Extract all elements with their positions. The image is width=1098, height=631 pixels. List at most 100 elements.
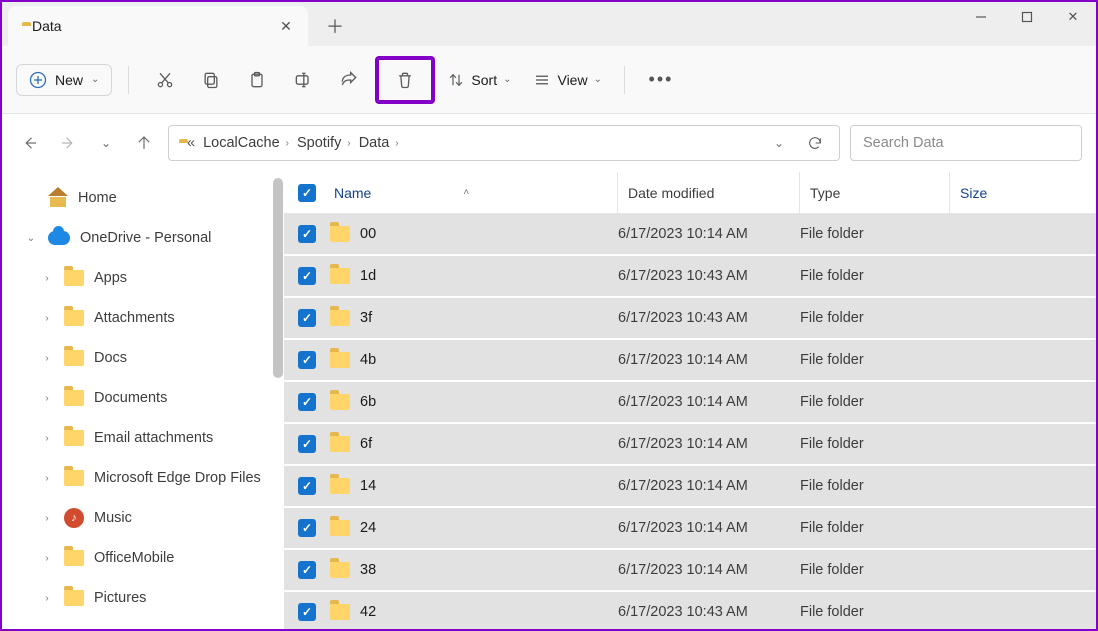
sidebar-item[interactable]: ›OfficeMobile (2, 538, 283, 578)
table-row[interactable]: 6f6/17/2023 10:14 AMFile folder (284, 424, 1096, 464)
recent-locations[interactable]: ⌄ (92, 129, 120, 157)
new-tab-button[interactable]: ＋ (326, 18, 344, 36)
search-input[interactable]: Search Data (850, 125, 1082, 161)
row-checkbox[interactable] (284, 519, 330, 537)
chevron-right-icon: › (395, 138, 398, 149)
file-name: 42 (360, 604, 376, 620)
sidebar-item[interactable]: ›Attachments (2, 298, 283, 338)
folder-icon (330, 436, 350, 452)
breadcrumb-item[interactable]: LocalCache› (203, 135, 289, 151)
table-row[interactable]: 006/17/2023 10:14 AMFile folder (284, 214, 1096, 254)
folder-icon (330, 268, 350, 284)
sidebar-item[interactable]: ›♪Music (2, 498, 283, 538)
sidebar-item-label: Documents (94, 390, 167, 406)
file-date: 6/17/2023 10:43 AM (618, 310, 800, 326)
sidebar-item[interactable]: › Documents (2, 378, 283, 418)
view-label: View (557, 72, 587, 88)
breadcrumb-item[interactable]: Data› (359, 135, 399, 151)
window-close[interactable]: ✕ (1050, 2, 1096, 32)
address-bar[interactable]: « LocalCache› Spotify› Data› ⌄ (168, 125, 840, 161)
expand-toggle[interactable]: › (40, 313, 54, 324)
navigation-pane[interactable]: Home⌄OneDrive - Personal›Apps›Attachment… (2, 172, 284, 629)
expand-toggle[interactable]: › (40, 353, 54, 364)
table-row[interactable]: 146/17/2023 10:14 AMFile folder (284, 466, 1096, 506)
column-date[interactable]: Date modified (618, 172, 800, 213)
column-type[interactable]: Type (800, 172, 950, 213)
table-row[interactable]: 1d6/17/2023 10:43 AMFile folder (284, 256, 1096, 296)
row-checkbox[interactable] (284, 225, 330, 243)
sidebar-item[interactable]: ›Pictures (2, 578, 283, 618)
new-label: New (55, 72, 83, 88)
back-button[interactable] (16, 129, 44, 157)
share-button[interactable] (329, 60, 369, 100)
up-button[interactable] (130, 129, 158, 157)
select-all-checkbox[interactable] (284, 172, 330, 213)
copy-button[interactable] (191, 60, 231, 100)
expand-toggle[interactable]: › (40, 513, 54, 524)
expand-toggle[interactable]: › (40, 553, 54, 564)
table-row[interactable]: 386/17/2023 10:14 AMFile folder (284, 550, 1096, 590)
sidebar-item[interactable]: ›Docs (2, 338, 283, 378)
file-name: 24 (360, 520, 376, 536)
sidebar-item[interactable]: ›Email attachments (2, 418, 283, 458)
window-tab[interactable]: Data ✕ (8, 6, 308, 46)
view-button[interactable]: View ⌄ (533, 71, 601, 89)
column-name[interactable]: Name˄ (330, 172, 618, 213)
file-type: File folder (800, 268, 950, 284)
search-placeholder: Search Data (863, 135, 944, 151)
file-type: File folder (800, 394, 950, 410)
file-type: File folder (800, 352, 950, 368)
chevron-down-icon: ⌄ (101, 136, 111, 150)
sidebar-item[interactable]: ⌄OneDrive - Personal (2, 218, 283, 258)
sort-button[interactable]: Sort ⌄ (447, 71, 511, 89)
file-date: 6/17/2023 10:43 AM (618, 268, 800, 284)
scrollbar-thumb[interactable] (273, 178, 283, 378)
cut-button[interactable] (145, 60, 185, 100)
file-list: Name˄ Date modified Type Size 006/17/202… (284, 172, 1096, 629)
table-row[interactable]: 246/17/2023 10:14 AMFile folder (284, 508, 1096, 548)
chevron-down-icon: ⌄ (503, 74, 511, 85)
folder-icon (64, 590, 84, 606)
table-row[interactable]: 4b6/17/2023 10:14 AMFile folder (284, 340, 1096, 380)
refresh-button[interactable] (801, 129, 829, 157)
expand-toggle[interactable]: › (40, 473, 54, 484)
sidebar-item[interactable]: ›Apps (2, 258, 283, 298)
row-checkbox[interactable] (284, 309, 330, 327)
rename-button[interactable] (283, 60, 323, 100)
breadcrumb-item[interactable]: Spotify› (297, 135, 351, 151)
delete-button[interactable] (379, 60, 431, 100)
expand-toggle[interactable]: › (40, 273, 54, 284)
more-button[interactable]: ••• (641, 60, 681, 100)
new-button[interactable]: New ⌄ (16, 64, 112, 96)
address-dropdown[interactable]: ⌄ (765, 129, 793, 157)
navigation-bar: ⌄ « LocalCache› Spotify› Data› ⌄ Search … (2, 114, 1096, 172)
paste-button[interactable] (237, 60, 277, 100)
expand-toggle[interactable]: › (40, 593, 54, 604)
breadcrumb-overflow[interactable]: « (187, 135, 195, 151)
column-label: Type (810, 185, 840, 201)
expand-toggle[interactable]: › (40, 393, 54, 404)
window-maximize[interactable] (1004, 2, 1050, 32)
tab-close-icon[interactable]: ✕ (278, 18, 294, 35)
row-checkbox[interactable] (284, 267, 330, 285)
table-row[interactable]: 426/17/2023 10:43 AMFile folder (284, 592, 1096, 629)
table-row[interactable]: 6b6/17/2023 10:14 AMFile folder (284, 382, 1096, 422)
folder-icon (330, 226, 350, 242)
row-checkbox[interactable] (284, 603, 330, 621)
row-checkbox[interactable] (284, 561, 330, 579)
expand-toggle[interactable]: ⌄ (24, 233, 38, 244)
window-minimize[interactable] (958, 2, 1004, 32)
row-checkbox[interactable] (284, 435, 330, 453)
row-checkbox[interactable] (284, 393, 330, 411)
expand-toggle[interactable]: › (40, 433, 54, 444)
row-checkbox[interactable] (284, 477, 330, 495)
sidebar-item[interactable]: ›Microsoft Edge Drop Files (2, 458, 283, 498)
sort-label: Sort (471, 72, 497, 88)
breadcrumb-label: Spotify (297, 135, 341, 151)
column-size[interactable]: Size (950, 172, 1088, 213)
sidebar-item[interactable]: Home (2, 178, 283, 218)
table-row[interactable]: 3f6/17/2023 10:43 AMFile folder (284, 298, 1096, 338)
forward-button[interactable] (54, 129, 82, 157)
row-checkbox[interactable] (284, 351, 330, 369)
chevron-right-icon: › (286, 138, 289, 149)
